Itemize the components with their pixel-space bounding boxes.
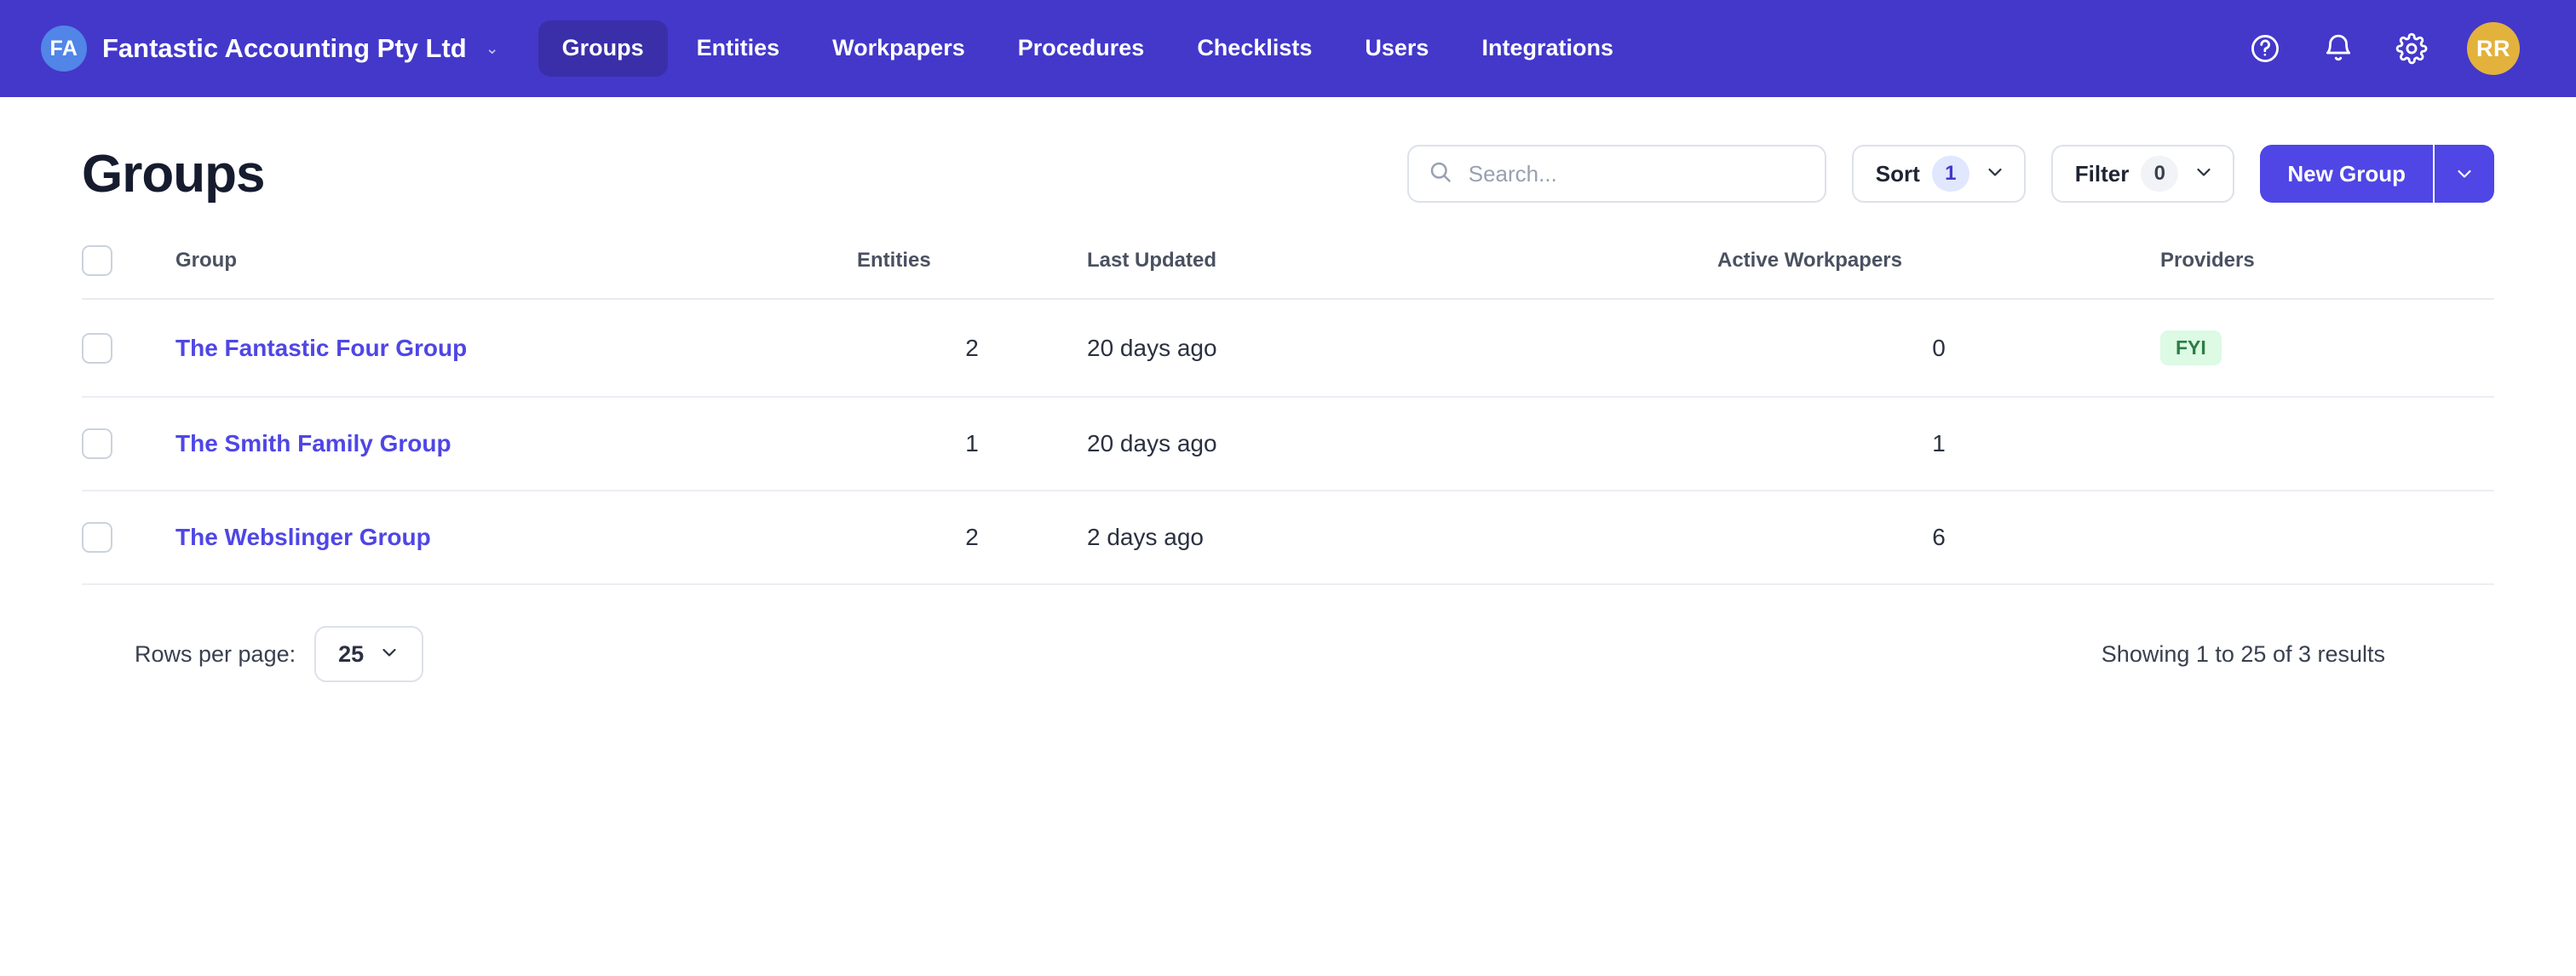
group-name-cell: The Fantastic Four Group xyxy=(175,299,857,398)
column-header-last-updated[interactable]: Last Updated xyxy=(1087,233,1717,300)
org-switcher[interactable]: FA Fantastic Accounting Pty Ltd ⌄ xyxy=(41,26,499,72)
group-link[interactable]: The Smith Family Group xyxy=(175,430,451,456)
nav-item-checklists[interactable]: Checklists xyxy=(1173,20,1336,77)
page-header: Groups Sort 1 xyxy=(82,97,2494,233)
org-name: Fantastic Accounting Pty Ltd xyxy=(102,33,467,63)
page-toolbar: Sort 1 Filter 0 New Group xyxy=(1406,145,2494,203)
new-group-dropdown-toggle[interactable] xyxy=(2435,145,2494,203)
providers-cell xyxy=(2160,397,2494,491)
row-select-cell xyxy=(82,397,175,491)
new-group-split-button: New Group xyxy=(2260,145,2494,203)
sort-label: Sort xyxy=(1875,160,1920,187)
provider-tag: FYI xyxy=(2160,330,2222,365)
last-updated-cell: 20 days ago xyxy=(1087,299,1717,398)
top-navigation-bar: FA Fantastic Accounting Pty Ltd ⌄ Groups… xyxy=(0,0,2576,97)
select-all-checkbox[interactable] xyxy=(82,245,112,276)
last-updated-cell: 20 days ago xyxy=(1087,397,1717,491)
row-checkbox[interactable] xyxy=(82,332,112,364)
table-header: Group Entities Last Updated Active Workp… xyxy=(82,233,2494,300)
table-header-row: Group Entities Last Updated Active Workp… xyxy=(82,233,2494,300)
table-row[interactable]: The Webslinger Group 2 2 days ago 6 xyxy=(82,491,2494,585)
column-header-group[interactable]: Group xyxy=(175,233,857,300)
row-checkbox[interactable] xyxy=(82,428,112,459)
gear-icon[interactable] xyxy=(2394,31,2429,66)
active-workpapers-cell: 6 xyxy=(1717,491,2160,585)
group-link[interactable]: The Webslinger Group xyxy=(175,524,431,550)
search-icon xyxy=(1428,159,1453,189)
sort-button[interactable]: Sort 1 xyxy=(1851,145,2026,203)
row-select-cell xyxy=(82,299,175,398)
table-footer: Rows per page: 25 Showing 1 to 25 of 3 r… xyxy=(82,585,2494,682)
entities-count-cell: 2 xyxy=(857,491,1087,585)
help-circle-icon[interactable] xyxy=(2247,31,2283,66)
table-row[interactable]: The Smith Family Group 1 20 days ago 1 xyxy=(82,397,2494,491)
row-checkbox[interactable] xyxy=(82,522,112,553)
rows-per-page-select[interactable]: 25 xyxy=(314,626,424,682)
column-header-active-workpapers[interactable]: Active Workpapers xyxy=(1717,233,2160,300)
search-box[interactable] xyxy=(1406,145,1826,203)
filter-button[interactable]: Filter 0 xyxy=(2050,145,2235,203)
new-group-button[interactable]: New Group xyxy=(2260,145,2435,203)
entities-count-cell: 1 xyxy=(857,397,1087,491)
active-workpapers-cell: 1 xyxy=(1717,397,2160,491)
table-body: The Fantastic Four Group 2 20 days ago 0 FYI… xyxy=(82,299,2494,585)
chevron-down-icon xyxy=(2194,162,2214,186)
rows-per-page-value: 25 xyxy=(338,640,365,667)
search-input[interactable] xyxy=(1468,160,1806,187)
page-title: Groups xyxy=(82,144,265,204)
group-link[interactable]: The Fantastic Four Group xyxy=(175,335,467,361)
rows-per-page-label: Rows per page: xyxy=(135,640,296,667)
group-name-cell: The Webslinger Group xyxy=(175,491,857,585)
active-workpapers-cell: 0 xyxy=(1717,299,2160,398)
results-summary: Showing 1 to 25 of 3 results xyxy=(2101,640,2385,667)
user-avatar[interactable]: RR xyxy=(2467,22,2520,75)
nav-item-users[interactable]: Users xyxy=(1341,20,1452,77)
providers-cell xyxy=(2160,491,2494,585)
chevron-down-icon xyxy=(1985,162,2005,186)
chevron-down-icon[interactable]: ⌄ xyxy=(486,41,499,57)
nav-item-workpapers[interactable]: Workpapers xyxy=(808,20,989,77)
nav-item-procedures[interactable]: Procedures xyxy=(994,20,1169,77)
column-header-entities[interactable]: Entities xyxy=(857,233,1087,300)
entities-count-cell: 2 xyxy=(857,299,1087,398)
bell-icon[interactable] xyxy=(2320,31,2356,66)
nav-item-entities[interactable]: Entities xyxy=(673,20,804,77)
top-bar-actions: RR xyxy=(2247,22,2520,75)
last-updated-cell: 2 days ago xyxy=(1087,491,1717,585)
page-content: Groups Sort 1 xyxy=(0,97,2576,682)
nav-item-groups[interactable]: Groups xyxy=(538,20,668,77)
table-row[interactable]: The Fantastic Four Group 2 20 days ago 0 FYI xyxy=(82,299,2494,398)
chevron-down-icon xyxy=(379,642,400,667)
nav-item-integrations[interactable]: Integrations xyxy=(1458,20,1637,77)
filter-count-badge: 0 xyxy=(2141,156,2179,192)
org-avatar: FA xyxy=(41,26,87,72)
row-select-cell xyxy=(82,491,175,585)
providers-cell: FYI xyxy=(2160,299,2494,398)
column-header-providers[interactable]: Providers xyxy=(2160,233,2494,300)
filter-label: Filter xyxy=(2074,160,2130,187)
sort-count-badge: 1 xyxy=(1931,156,1969,192)
group-name-cell: The Smith Family Group xyxy=(175,397,857,491)
main-nav: Groups Entities Workpapers Procedures Checkl… xyxy=(538,20,1637,77)
select-all-header xyxy=(82,233,175,300)
groups-table: Group Entities Last Updated Active Workp… xyxy=(82,233,2494,585)
